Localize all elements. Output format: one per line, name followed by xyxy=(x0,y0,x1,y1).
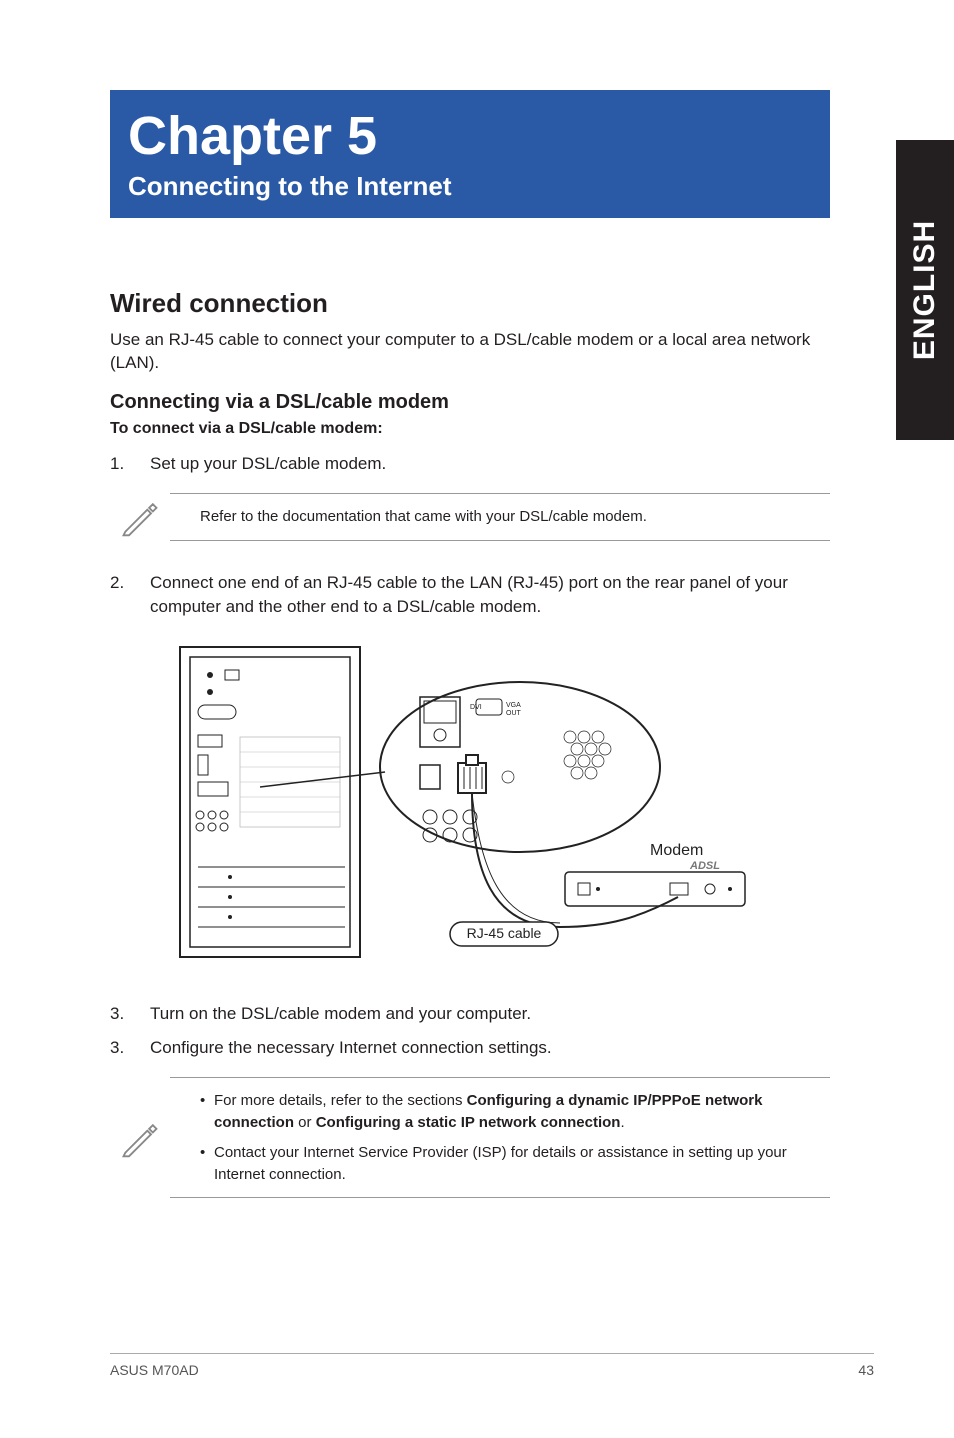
modem-brand-text: ADSL xyxy=(689,860,720,872)
note-block-2: For more details, refer to the sections … xyxy=(110,1077,830,1198)
step-number: 2. xyxy=(110,571,150,619)
note-frag-bold: Configuring a static IP network connecti… xyxy=(316,1114,621,1131)
section-heading: Wired connection xyxy=(110,288,830,319)
lead-instruction: To connect via a DSL/cable modem: xyxy=(110,420,830,438)
page: ENGLISH Chapter 5 Connecting to the Inte… xyxy=(0,0,954,1438)
connection-diagram: DVI VGA OUT xyxy=(170,637,890,972)
note-frag: For more details, refer to the sections xyxy=(214,1092,467,1109)
page-footer: ASUS M70AD 43 xyxy=(110,1353,874,1378)
step-text: Turn on the DSL/cable modem and your com… xyxy=(150,1002,830,1026)
step-number: 3. xyxy=(110,1036,150,1060)
subsection-heading: Connecting via a DSL/cable modem xyxy=(110,391,830,414)
step-number: 3. xyxy=(110,1002,150,1026)
steps-list-c: 3. Turn on the DSL/cable modem and your … xyxy=(110,1002,830,1060)
svg-text:VGA: VGA xyxy=(506,702,521,709)
step-number: 1. xyxy=(110,452,150,476)
step-text: Connect one end of an RJ-45 cable to the… xyxy=(150,571,830,619)
step-item: 1. Set up your DSL/cable modem. xyxy=(110,452,830,476)
chapter-banner: Chapter 5 Connecting to the Internet xyxy=(110,90,830,218)
step-item: 3. Turn on the DSL/cable modem and your … xyxy=(110,1002,830,1026)
language-side-tab: ENGLISH xyxy=(896,140,954,440)
modem-label-text: Modem xyxy=(650,842,703,859)
svg-text:OUT: OUT xyxy=(506,710,522,717)
chapter-subtitle: Connecting to the Internet xyxy=(128,171,812,202)
step-item: 2. Connect one end of an RJ-45 cable to … xyxy=(110,571,830,619)
pencil-icon xyxy=(110,495,170,539)
note-bullet: For more details, refer to the sections … xyxy=(200,1090,822,1134)
footer-model: ASUS M70AD xyxy=(110,1362,199,1378)
step-text: Set up your DSL/cable modem. xyxy=(150,452,830,476)
steps-list-a: 1. Set up your DSL/cable modem. xyxy=(110,452,830,476)
content-area: Wired connection Use an RJ-45 cable to c… xyxy=(110,288,830,1199)
chapter-title: Chapter 5 xyxy=(128,108,812,165)
cable-label-text: RJ-45 cable xyxy=(467,925,542,941)
note-block-1: Refer to the documentation that came wit… xyxy=(110,493,830,541)
step-item: 3. Configure the necessary Internet conn… xyxy=(110,1036,830,1060)
language-label: ENGLISH xyxy=(908,220,942,360)
steps-list-b: 2. Connect one end of an RJ-45 cable to … xyxy=(110,571,830,619)
note-text: Refer to the documentation that came wit… xyxy=(170,493,830,541)
pencil-icon xyxy=(110,1116,170,1160)
footer-page-number: 43 xyxy=(858,1362,874,1378)
step-text: Configure the necessary Internet connect… xyxy=(150,1036,830,1060)
note-frag: or xyxy=(294,1114,316,1131)
note-frag: . xyxy=(620,1114,624,1131)
intro-paragraph: Use an RJ-45 cable to connect your compu… xyxy=(110,329,830,375)
note-text: For more details, refer to the sections … xyxy=(170,1077,830,1198)
note-bullet: Contact your Internet Service Provider (… xyxy=(200,1142,822,1186)
